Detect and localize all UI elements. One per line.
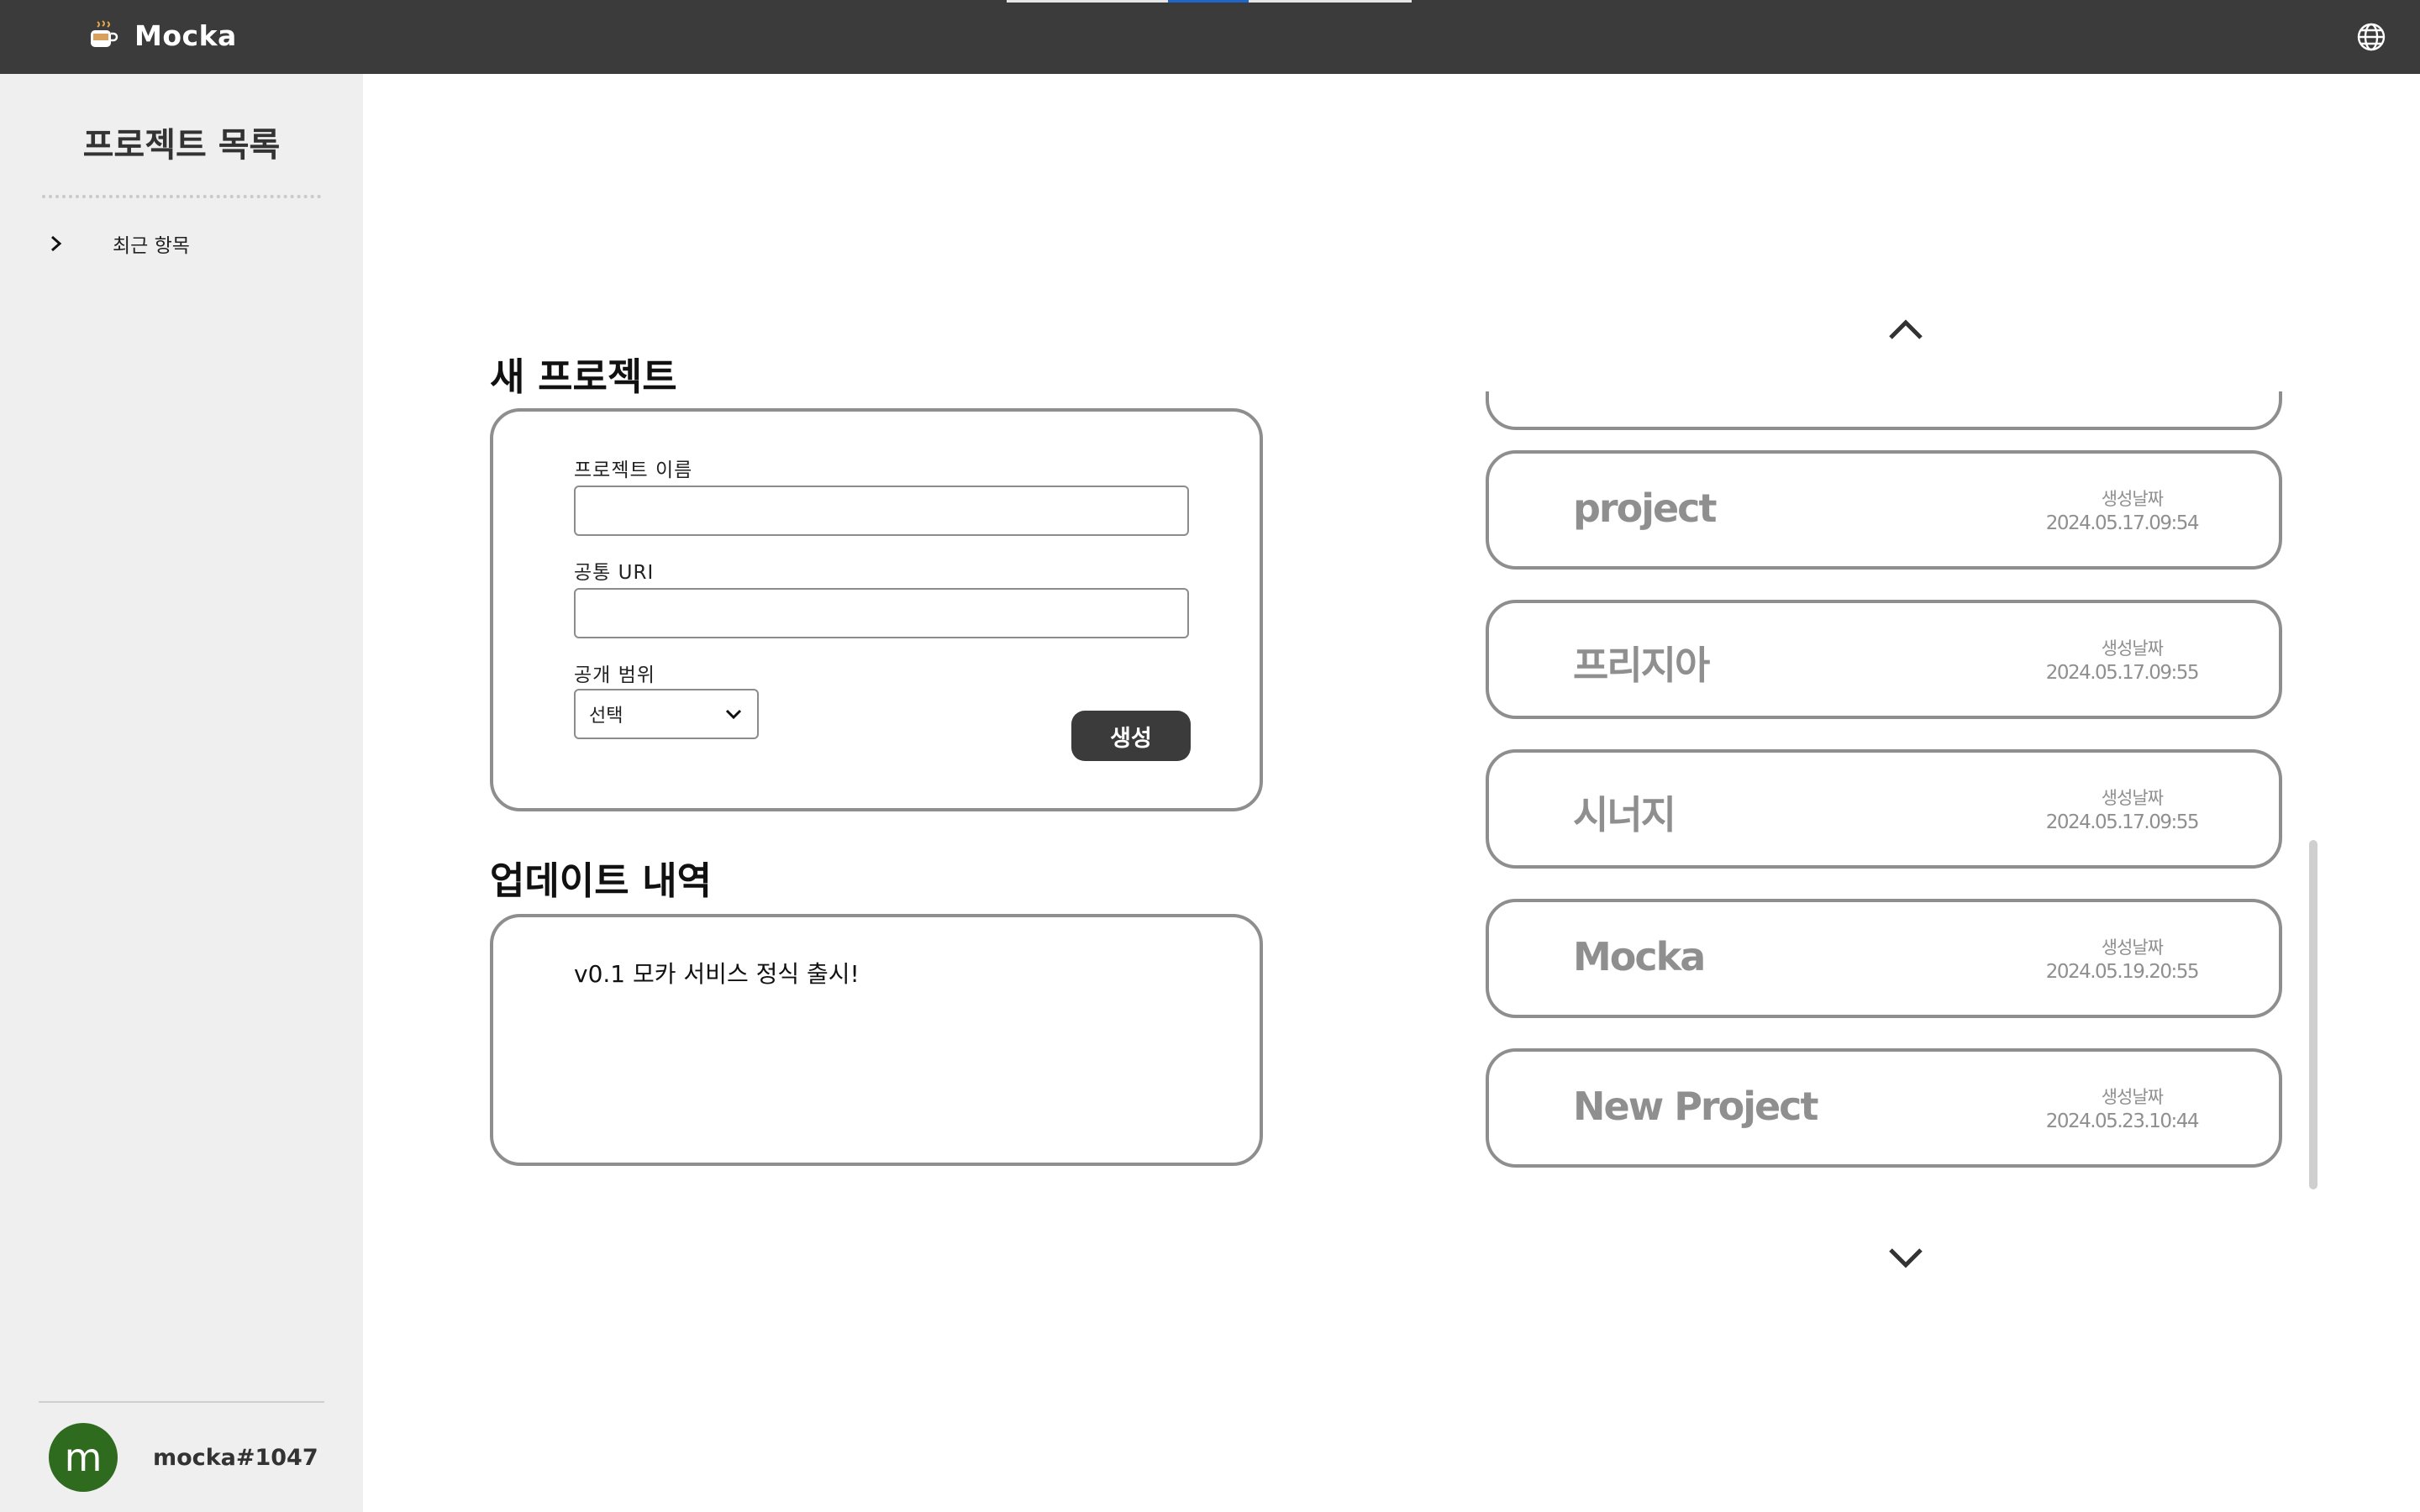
sidebar-item-label: 최근 항목: [113, 235, 190, 257]
project-name: New Project: [1573, 1084, 1818, 1129]
project-name: 시너지: [1573, 792, 1676, 837]
top-bar: Mocka: [0, 0, 2420, 74]
scrollbar[interactable]: [2309, 840, 2317, 1189]
project-created-date: 2024.05.17.09:55: [2045, 811, 2200, 833]
project-item[interactable]: New Project 생성날짜 2024.05.23.10:44: [1486, 1048, 2282, 1168]
update-history-title: 업데이트 내역: [490, 858, 713, 903]
brand[interactable]: Mocka: [86, 18, 237, 52]
visibility-select[interactable]: 선택: [574, 689, 759, 739]
project-name: project: [1573, 486, 1717, 531]
update-item: v0.1 모카 서비스 정식 출시!: [574, 960, 860, 988]
globe-icon[interactable]: [2354, 20, 2388, 54]
project-name: Mocka: [1573, 934, 1706, 979]
created-date-label: 생성날짜: [2101, 489, 2164, 509]
project-item[interactable]: project 생성날짜 2024.05.17.09:54: [1486, 450, 2282, 570]
update-history-card: v0.1 모카 서비스 정식 출시!: [490, 914, 1263, 1166]
created-date-label: 생성날짜: [2101, 788, 2164, 808]
project-name: 프리지아: [1573, 643, 1710, 688]
project-list[interactable]: project 생성날짜 2024.05.17.09:54 프리지아 생성날짜 …: [1479, 391, 2286, 1236]
username: mocka#1047: [153, 1444, 318, 1471]
chevron-right-icon: [45, 233, 67, 255]
chevron-up-icon: [1889, 319, 1923, 339]
brand-name: Mocka: [134, 18, 237, 52]
visibility-select-value: 선택: [589, 706, 623, 727]
project-created-date: 2024.05.17.09:55: [2045, 662, 2200, 684]
loading-indicator: [1007, 0, 1412, 3]
scroll-up-button[interactable]: [1886, 316, 1926, 343]
project-item[interactable]: 시너지 생성날짜 2024.05.17.09:55: [1486, 749, 2282, 869]
scroll-down-button[interactable]: [1886, 1243, 1926, 1270]
user-profile[interactable]: m mocka#1047: [49, 1423, 318, 1492]
project-name-label: 프로젝트 이름: [574, 459, 693, 481]
project-item[interactable]: Mocka 생성날짜 2024.05.19.20:55: [1486, 899, 2282, 1018]
sidebar-divider: [42, 195, 321, 198]
project-item[interactable]: 프리지아 생성날짜 2024.05.17.09:55: [1486, 600, 2282, 719]
project-created-date: 2024.05.19.20:55: [2045, 961, 2200, 983]
project-created-date: 2024.05.23.10:44: [2045, 1110, 2200, 1132]
common-uri-input[interactable]: [574, 588, 1189, 638]
coffee-cup-icon: [86, 18, 119, 52]
project-name-input[interactable]: [574, 486, 1189, 536]
sidebar-item-recent[interactable]: 최근 항목: [45, 225, 331, 262]
chevron-down-icon: [1889, 1248, 1923, 1268]
loading-indicator-segment: [1168, 0, 1249, 3]
created-date-label: 생성날짜: [2101, 638, 2164, 659]
project-created-date: 2024.05.17.09:54: [2045, 512, 2200, 534]
user-divider: [39, 1401, 324, 1403]
new-project-card: 프로젝트 이름 공통 URI 공개 범위 선택 생성: [490, 408, 1263, 811]
sidebar-title: 프로젝트 목록: [82, 126, 281, 165]
created-date-label: 생성날짜: [2101, 1087, 2164, 1107]
create-button[interactable]: 생성: [1071, 711, 1191, 761]
new-project-title: 새 프로젝트: [490, 354, 677, 399]
common-uri-label: 공통 URI: [574, 562, 655, 584]
sidebar: 프로젝트 목록 최근 항목 m mocka#1047: [0, 74, 363, 1512]
created-date-label: 생성날짜: [2101, 937, 2164, 958]
avatar[interactable]: m: [49, 1423, 118, 1492]
chevron-down-icon: [723, 704, 744, 724]
visibility-label: 공개 범위: [574, 664, 655, 686]
project-item[interactable]: [1486, 391, 2282, 430]
